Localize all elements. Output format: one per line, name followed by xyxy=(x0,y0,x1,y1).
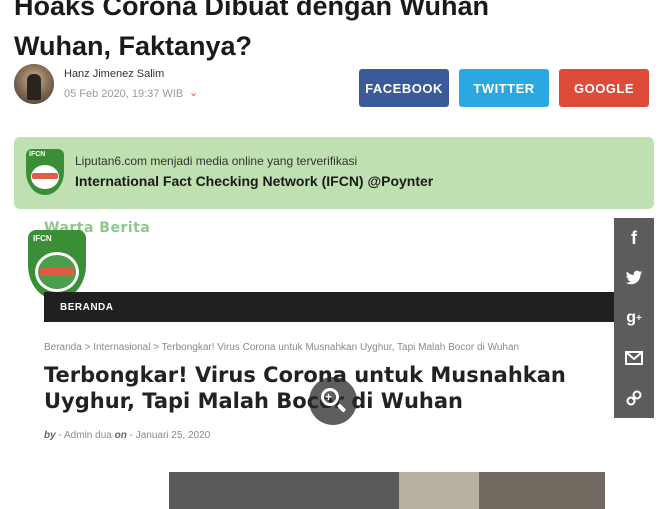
side-share-bar: f g + xyxy=(614,218,654,418)
facebook-icon[interactable]: f xyxy=(614,218,654,258)
byline-by: by xyxy=(44,430,56,441)
mail-icon[interactable] xyxy=(614,338,654,378)
headline-line-2: Wuhan, Faktanya? xyxy=(14,31,253,61)
link-icon[interactable] xyxy=(614,378,654,418)
ifcn-verification-banner[interactable]: IFCN Liputan6.com menjadi media online y… xyxy=(14,137,654,209)
share-google-button[interactable]: GOOGLE xyxy=(559,69,649,107)
headline-line-1: Hoaks Corona Dibuat dengan Wuhan xyxy=(14,0,490,21)
ifcn-text-line-1: Liputan6.com menjadi media online yang t… xyxy=(75,154,358,168)
embed-video-frame xyxy=(169,472,605,509)
chevron-down-icon[interactable]: ⌄ xyxy=(189,86,198,99)
twitter-icon[interactable] xyxy=(614,258,654,298)
article-headline: Hoaks Corona Dibuat dengan Wuhan Wuhan, … xyxy=(14,0,654,66)
byline-date: - Januari 25, 2020 xyxy=(129,430,211,441)
share-twitter-button[interactable]: TWITTER xyxy=(459,69,549,107)
byline-author: - Admin dua xyxy=(58,430,112,441)
embed-navbar: BERANDA xyxy=(44,292,614,322)
embed-breadcrumb: Beranda > Internasional > Terbongkar! Vi… xyxy=(44,342,520,353)
embed-nav-item-beranda: BERANDA xyxy=(60,302,114,313)
author-avatar[interactable] xyxy=(14,64,54,104)
share-facebook-button[interactable]: FACEBOOK xyxy=(359,69,449,107)
embed-byline: by - Admin dua on - Januari 25, 2020 xyxy=(44,430,210,441)
ifcn-badge-icon: IFCN xyxy=(26,149,64,195)
author-name[interactable]: Hanz Jimenez Salim xyxy=(64,68,164,80)
ifcn-seal-icon: IFCN xyxy=(28,230,86,300)
google-plus-icon[interactable]: g + xyxy=(614,298,654,338)
publish-date: 05 Feb 2020, 19:37 WIB xyxy=(64,88,184,100)
ifcn-text-line-2: International Fact Checking Network (IFC… xyxy=(75,173,434,189)
byline-on: on xyxy=(114,430,127,441)
zoom-in-icon[interactable]: + xyxy=(309,377,357,425)
embedded-screenshot-image[interactable]: Warta Berita IFCN BERANDA Beranda > Inte… xyxy=(14,216,614,509)
